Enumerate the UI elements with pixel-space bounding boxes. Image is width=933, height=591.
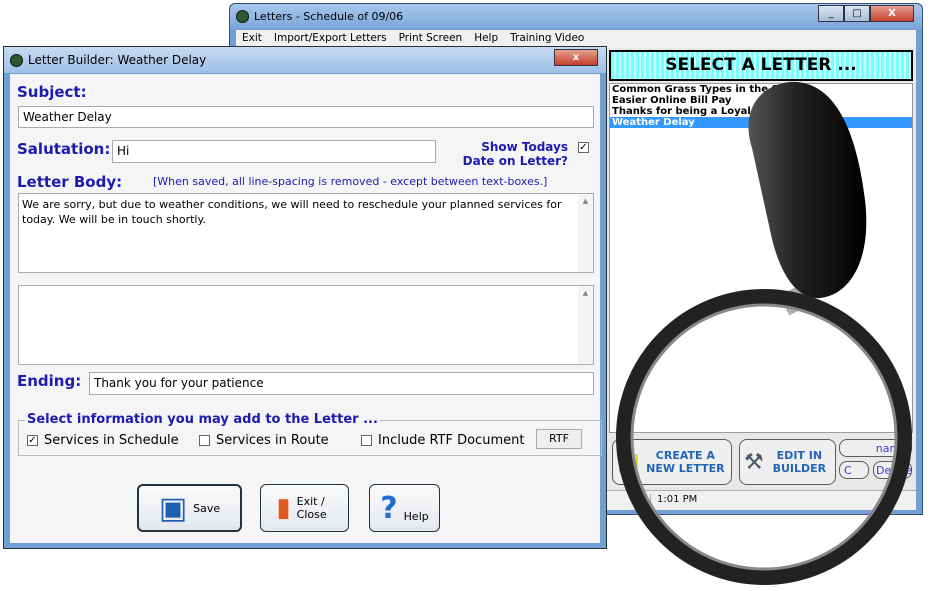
- magnifying-glass-icon: [616, 81, 912, 585]
